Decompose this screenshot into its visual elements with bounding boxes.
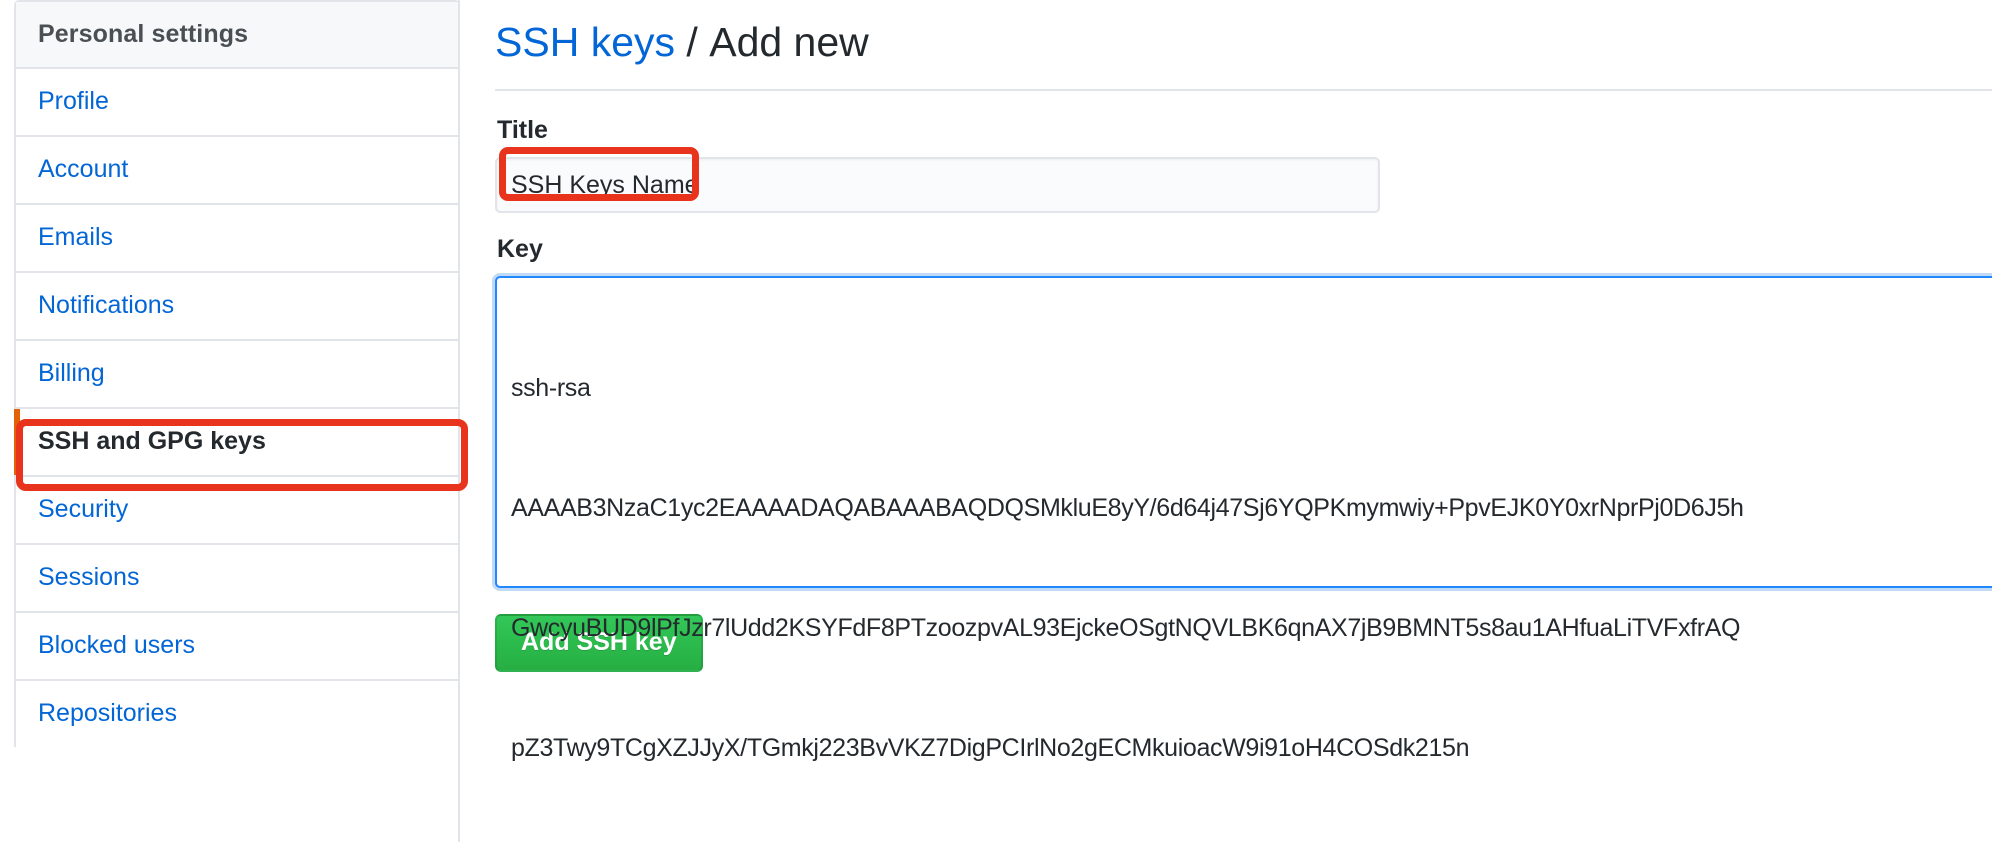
sidebar-item-repositories[interactable]: Repositories	[16, 681, 458, 747]
settings-sidebar: Personal settings Profile Account Emails…	[0, 0, 468, 842]
form-actions: Add SSH key	[495, 614, 1992, 673]
breadcrumb-current: Add new	[709, 19, 869, 65]
add-ssh-key-form: Title Key ssh-rsa AAAAB3NzaC1yc2EAAAADAQ…	[495, 91, 1992, 762]
sidebar-item-label: Notifications	[38, 291, 175, 319]
sidebar-item-notifications[interactable]: Notifications	[16, 273, 458, 341]
settings-page: Personal settings Profile Account Emails…	[0, 0, 1992, 842]
sidebar-item-label: Account	[38, 155, 129, 183]
sidebar-item-ssh-and-gpg-keys[interactable]: SSH and GPG keys	[14, 409, 458, 477]
sidebar-item-billing[interactable]: Billing	[16, 341, 458, 409]
title-field-label: Title	[497, 116, 548, 145]
sidebar-header: Personal settings	[16, 2, 458, 69]
key-textarea[interactable]	[495, 276, 1992, 589]
sidebar-item-label: Repositories	[38, 699, 177, 727]
sidebar-item-label: Emails	[38, 223, 114, 251]
sidebar-item-label: Blocked users	[38, 631, 196, 659]
breadcrumb-separator: /	[686, 19, 698, 65]
add-ssh-key-button[interactable]: Add SSH key	[495, 614, 703, 673]
key-textarea-wrapper: ssh-rsa AAAAB3NzaC1yc2EAAAADAQABAAABAQDQ…	[495, 276, 1992, 762]
sidebar-item-profile[interactable]: Profile	[16, 69, 458, 137]
sidebar-item-label: Billing	[38, 359, 105, 387]
main-content: SSH keys / Add new Title Key ssh-rsa AAA…	[460, 0, 1992, 842]
sidebar-item-label: Profile	[38, 87, 109, 115]
sidebar-item-label: SSH and GPG keys	[38, 427, 266, 455]
sidebar-item-sessions[interactable]: Sessions	[16, 545, 458, 613]
title-input[interactable]	[495, 157, 1380, 214]
key-line: pZ3Twy9TCgXZJJyX/TGmkj223BvVKZ7DigPCIrlN…	[511, 734, 1470, 763]
breadcrumb-link-ssh-keys[interactable]: SSH keys	[495, 19, 675, 65]
sidebar-item-security[interactable]: Security	[16, 477, 458, 545]
sidebar-nav: Personal settings Profile Account Emails…	[14, 0, 460, 747]
sidebar-item-emails[interactable]: Emails	[16, 205, 458, 273]
sidebar-item-label: Sessions	[38, 563, 140, 591]
sidebar-item-blocked-users[interactable]: Blocked users	[16, 613, 458, 681]
sidebar-item-account[interactable]: Account	[16, 137, 458, 205]
page-header: SSH keys / Add new	[495, 0, 1992, 92]
key-field-label: Key	[497, 235, 543, 264]
breadcrumb: SSH keys / Add new	[495, 18, 1992, 92]
sidebar-item-label: Security	[38, 495, 129, 523]
